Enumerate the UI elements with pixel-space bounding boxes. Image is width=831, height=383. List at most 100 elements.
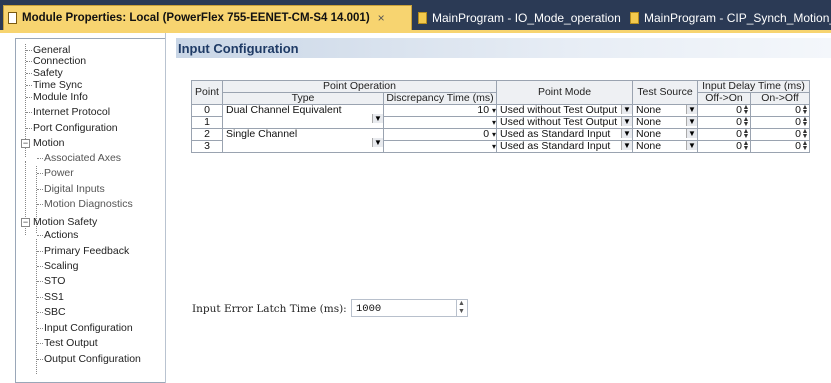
tab-module-properties[interactable]: Module Properties: Local (PowerFlex 755-… [3, 5, 412, 30]
chevron-down-icon[interactable]: ▼ [686, 141, 697, 150]
chevron-down-icon[interactable]: ▾ [492, 106, 496, 115]
tree-branch [26, 97, 32, 98]
discrepancy-time-input[interactable]: 0 ▾ [383, 128, 497, 141]
spinner-arrows-icon[interactable]: ▲ ▼ [456, 299, 468, 317]
spinner-arrows-icon[interactable]: ▲ ▼ [742, 140, 750, 152]
chevron-down-icon[interactable]: ▼ [372, 114, 383, 123]
header-type: Type [222, 92, 384, 105]
chevron-down-icon[interactable]: ▼ [621, 141, 632, 150]
tree-item-digital-inputs[interactable]: Digital Inputs [44, 183, 105, 195]
tree-branch [37, 281, 43, 282]
type-dropdown[interactable]: ▼ Dual Channel Equivalent [222, 104, 384, 129]
tree-branch [26, 61, 32, 62]
point-mode-dropdown[interactable]: ▼ Used without Test Output [496, 116, 633, 129]
close-icon[interactable]: × [378, 11, 385, 25]
off-on-spinner[interactable]: ▲ ▼ 0 [697, 116, 751, 129]
chevron-down-icon[interactable]: ▾ [492, 130, 496, 139]
point-cell: 1 [191, 116, 223, 129]
test-source-dropdown[interactable]: ▼ None [632, 116, 698, 129]
chevron-down-icon[interactable]: ▼ [372, 138, 383, 147]
tree-item-motion-diagnostics[interactable]: Motion Diagnostics [44, 198, 133, 210]
tree-item-internet-protocol[interactable]: Internet Protocol [33, 106, 110, 118]
collapse-icon[interactable]: − [21, 218, 30, 227]
off-on-spinner[interactable]: ▲ ▼ 0 [697, 104, 751, 117]
test-source-value: None [636, 141, 662, 152]
chevron-down-icon[interactable]: ▾ [492, 118, 496, 127]
header-off-on: Off->On [697, 92, 751, 105]
collapse-icon[interactable]: − [21, 139, 30, 148]
tree-item-ss1[interactable]: SS1 [44, 291, 64, 303]
tree-item-port-configuration[interactable]: Port Configuration [33, 122, 118, 134]
off-on-spinner[interactable]: ▲ ▼ 0 [697, 128, 751, 141]
test-source-dropdown[interactable]: ▼ None [632, 128, 698, 141]
category-tree[interactable]: General Connection Safety Time Sync Modu… [15, 38, 165, 383]
chevron-down-icon[interactable]: ▾ [492, 142, 496, 151]
table-row: 2 ▼ Single Channel 0 ▾ ▼ Used as Standard… [191, 128, 810, 153]
spinner-arrows-icon[interactable]: ▲ ▼ [801, 128, 809, 140]
tree-item-motion[interactable]: Motion [33, 137, 65, 149]
tab-label: Module Properties: Local (PowerFlex 755-… [22, 12, 370, 24]
chevron-down-icon[interactable]: ▼ [621, 117, 632, 126]
tree-item-output-configuration[interactable]: Output Configuration [44, 353, 141, 365]
tree-item-scaling[interactable]: Scaling [44, 260, 78, 272]
discrepancy-time-input[interactable]: ▾ [383, 140, 497, 153]
chevron-down-icon[interactable]: ▼ [686, 117, 697, 126]
point-mode-dropdown[interactable]: ▼ Used without Test Output [496, 104, 633, 117]
tab-label: MainProgram - IO_Mode_operation [432, 11, 621, 25]
tree-item-actions[interactable]: Actions [44, 229, 78, 241]
tree-item-safety[interactable]: Safety [33, 67, 63, 79]
spinner-arrows-icon[interactable]: ▲ ▼ [801, 140, 809, 152]
spinner-arrows-icon[interactable]: ▲ ▼ [742, 116, 750, 128]
point-mode-dropdown[interactable]: ▼ Used as Standard Input [496, 140, 633, 153]
off-on-spinner[interactable]: ▲ ▼ 0 [697, 140, 751, 153]
input-error-latch-label: Input Error Latch Time (ms): [192, 303, 347, 315]
point-mode-value: Used as Standard Input [500, 129, 611, 140]
tree-item-connection[interactable]: Connection [33, 55, 86, 67]
tree-item-sto[interactable]: STO [44, 275, 65, 287]
point-mode-value: Used as Standard Input [500, 141, 611, 152]
input-error-latch-time-input[interactable]: 1000 [351, 299, 457, 317]
on-off-value: 0 [795, 140, 801, 152]
tree-item-primary-feedback[interactable]: Primary Feedback [44, 245, 129, 257]
test-source-value: None [636, 129, 662, 140]
discrepancy-value: 10 [477, 104, 490, 116]
tree-item-associated-axes[interactable]: Associated Axes [44, 152, 121, 164]
off-on-value: 0 [736, 104, 742, 116]
type-dropdown[interactable]: ▼ Single Channel [222, 128, 384, 153]
on-off-spinner[interactable]: ▲ ▼ 0 [750, 104, 810, 117]
tree-item-motion-safety[interactable]: Motion Safety [33, 216, 97, 228]
chevron-down-icon[interactable]: ▼ [686, 105, 697, 114]
on-off-spinner[interactable]: ▲ ▼ 0 [750, 140, 810, 153]
discrepancy-time-input[interactable]: 10 ▾ [383, 104, 497, 117]
chevron-down-icon[interactable]: ▼ [621, 129, 632, 138]
tab-cip-synch-motion[interactable]: MainProgram - CIP_Synch_Motion_op [630, 6, 831, 30]
tree-branch [26, 50, 32, 51]
test-source-dropdown[interactable]: ▼ None [632, 104, 698, 117]
tree-item-sbc[interactable]: SBC [44, 306, 66, 318]
tree-item-module-info[interactable]: Module Info [33, 91, 88, 103]
point-mode-value: Used without Test Output [500, 117, 618, 128]
point-mode-dropdown[interactable]: ▼ Used as Standard Input [496, 128, 633, 141]
tree-item-test-output[interactable]: Test Output [44, 337, 98, 349]
discrepancy-time-input[interactable]: ▾ [383, 116, 497, 129]
on-off-spinner[interactable]: ▲ ▼ 0 [750, 128, 810, 141]
table-row: 0 ▼ Dual Channel Equivalent 10 ▾ ▼ Used w… [191, 104, 810, 129]
point-cell: 2 [191, 128, 223, 141]
test-source-dropdown[interactable]: ▼ None [632, 140, 698, 153]
chevron-down-icon[interactable]: ▼ [621, 105, 632, 114]
tree-item-power[interactable]: Power [44, 167, 74, 179]
spinner-arrows-icon[interactable]: ▲ ▼ [742, 128, 750, 140]
spinner-arrows-icon[interactable]: ▲ ▼ [742, 104, 750, 116]
tab-io-mode-operation[interactable]: MainProgram - IO_Mode_operation [418, 6, 624, 30]
chevron-down-icon[interactable]: ▼ [686, 129, 697, 138]
on-off-spinner[interactable]: ▲ ▼ 0 [750, 116, 810, 129]
off-on-value: 0 [736, 116, 742, 128]
tree-item-time-sync[interactable]: Time Sync [33, 79, 82, 91]
point-cell: 3 [191, 140, 223, 153]
page-title: Input Configuration [178, 41, 299, 56]
tree-branch [37, 251, 43, 252]
spinner-arrows-icon[interactable]: ▲ ▼ [801, 104, 809, 116]
tree-item-input-configuration[interactable]: Input Configuration [44, 322, 133, 334]
tree-branch [26, 73, 32, 74]
spinner-arrows-icon[interactable]: ▲ ▼ [801, 116, 809, 128]
